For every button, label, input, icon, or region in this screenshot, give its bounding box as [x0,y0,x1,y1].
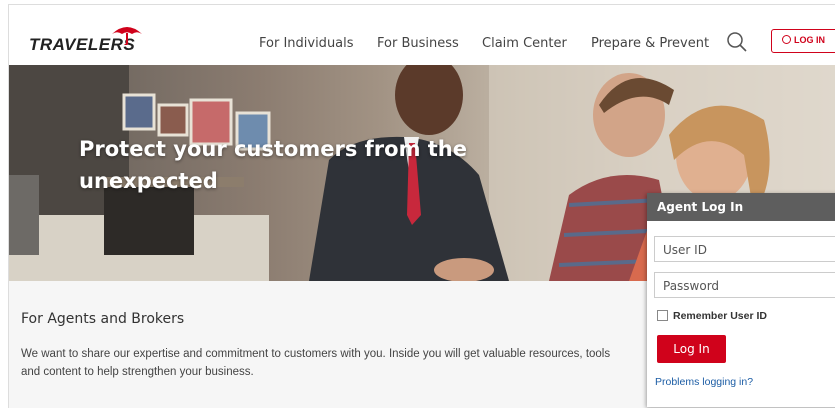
agent-login-button[interactable]: Log In [657,335,726,363]
password-field[interactable]: Password [654,272,835,298]
nav-for-business[interactable]: For Business [377,36,459,51]
user-id-field[interactable]: User ID [654,236,835,262]
nav-for-individuals[interactable]: For Individuals [259,36,354,51]
hero-title: Protect your customers from the unexpect… [79,137,467,193]
page-frame: TRAVELERS For Individuals For Business C… [8,4,835,408]
agent-login-panel: Agent Log In User ID Password Remember U… [647,193,835,407]
header-login-label: LOG IN [794,35,825,45]
problems-logging-in-link[interactable]: Problems logging in? [655,376,753,388]
user-circle-icon [782,35,791,44]
site-header: TRAVELERS For Individuals For Business C… [9,5,835,65]
header-login-button[interactable]: LOG IN [771,29,835,53]
remember-checkbox[interactable] [657,310,668,321]
remember-user-id[interactable]: Remember User ID [657,310,767,322]
section-title: For Agents and Brokers [21,311,185,327]
remember-label: Remember User ID [673,310,767,322]
search-icon[interactable] [726,31,748,53]
nav-prepare-prevent[interactable]: Prepare & Prevent [591,36,709,51]
nav-claim-center[interactable]: Claim Center [482,36,567,51]
section-body: We want to share our expertise and commi… [21,348,611,378]
umbrella-logo-icon [112,27,142,45]
agent-login-heading: Agent Log In [647,193,835,221]
